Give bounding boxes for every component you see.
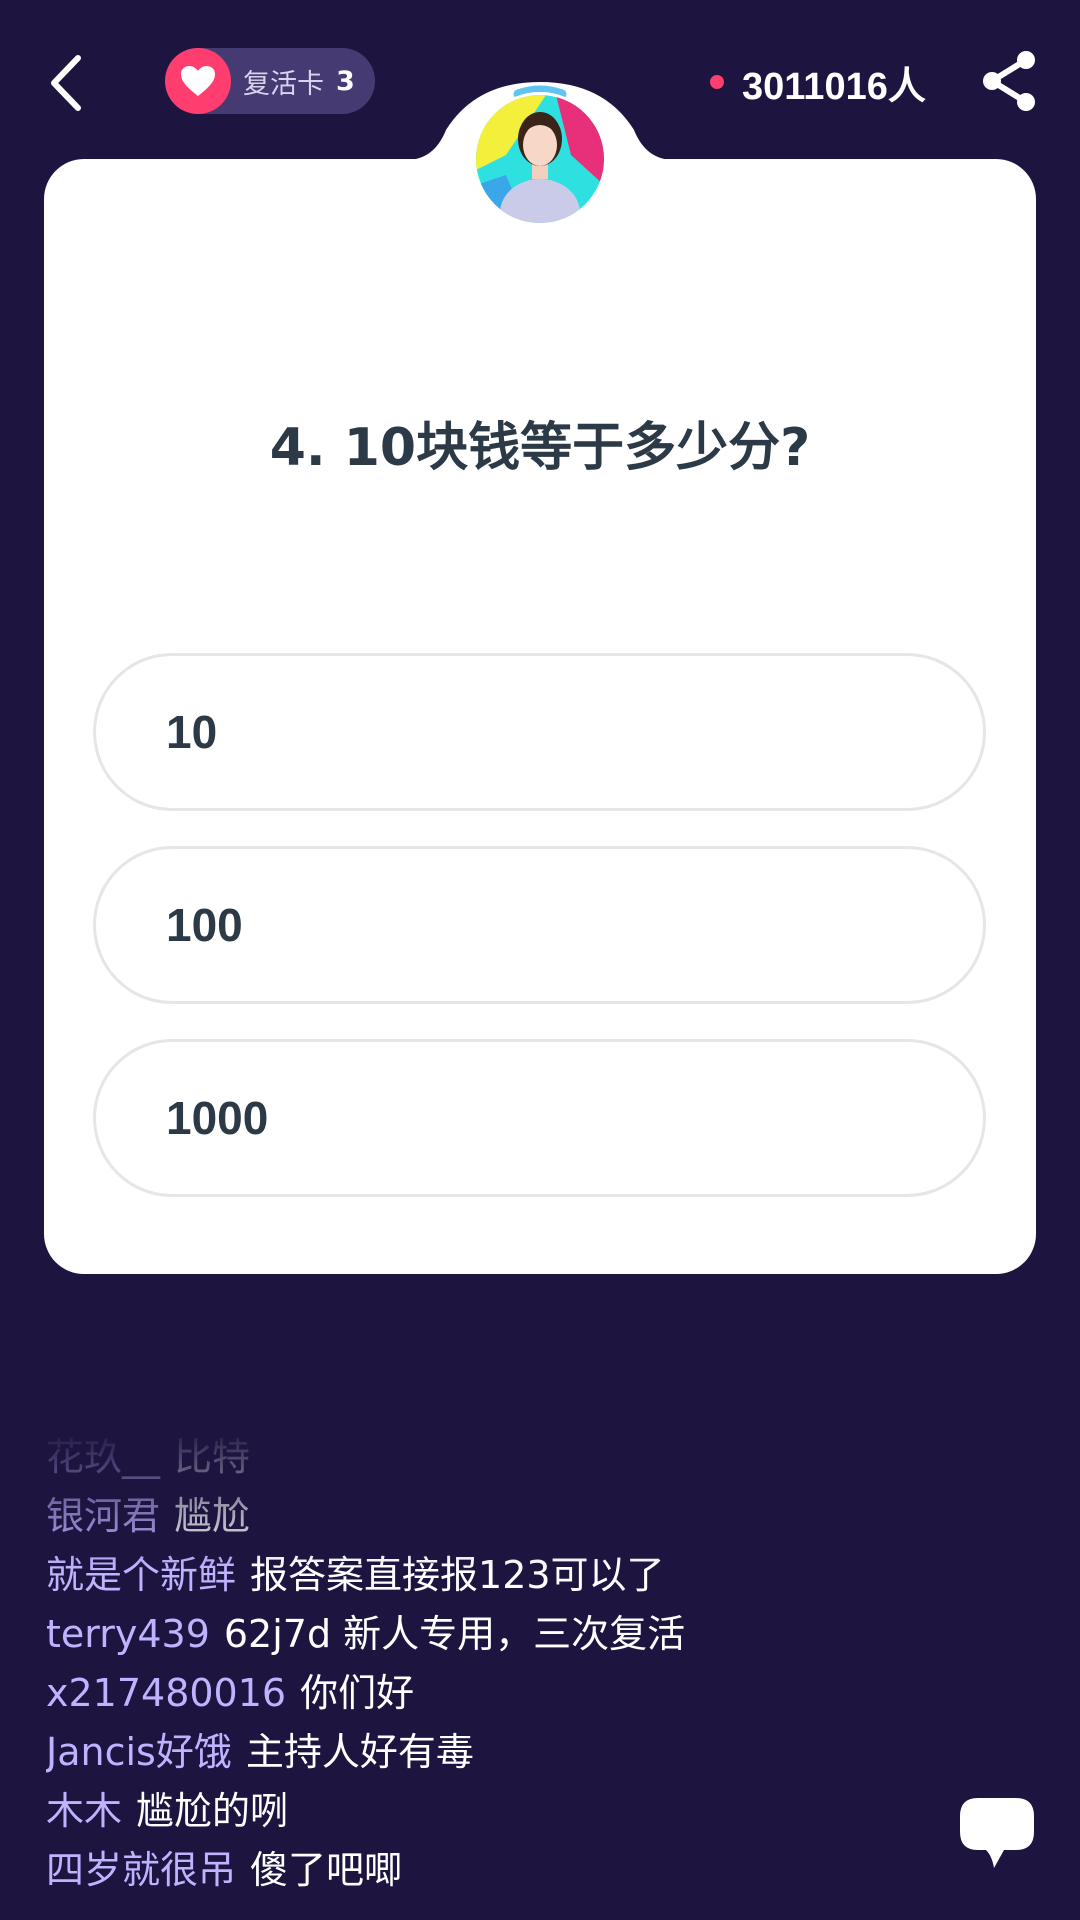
share-button[interactable]: [978, 48, 1040, 114]
chat-username: 四岁就很吊: [46, 1848, 237, 1888]
chat-message: 木木 尴尬的咧: [46, 1782, 926, 1841]
heart-icon: [165, 48, 231, 114]
chat-message: x217480016 你们好: [46, 1664, 926, 1723]
revive-card-count: 3: [336, 65, 355, 97]
chat-text: 尴尬: [174, 1494, 251, 1538]
chat-feed[interactable]: 花玖__ 比特 银河君 尴尬 就是个新鲜 报答案直接报123可以了 terry439 6…: [46, 1428, 926, 1888]
chat-text: 主持人好有毒: [245, 1730, 474, 1774]
chat-text: 尴尬的咧: [136, 1789, 289, 1833]
revive-card-badge[interactable]: 复活卡 3: [165, 48, 375, 114]
revive-card-label: 复活卡: [243, 68, 324, 100]
answer-option-2[interactable]: 100: [93, 846, 986, 1004]
chat-text: 傻了吧唧: [250, 1848, 403, 1888]
host-avatar: [473, 92, 607, 226]
question-text: 4. 10块钱等于多少分?: [269, 418, 811, 478]
chat-username: 木木: [46, 1789, 123, 1833]
chat-text: 62j7d 新人专用，三次复活: [223, 1612, 686, 1656]
chat-button[interactable]: [958, 1796, 1036, 1872]
chat-username: x217480016: [46, 1671, 287, 1715]
chat-username: 就是个新鲜: [46, 1553, 237, 1597]
chat-message: Jancis好饿 主持人好有毒: [46, 1723, 926, 1782]
chat-username: terry439: [46, 1612, 210, 1656]
viewer-count-text: 3011016人: [742, 65, 926, 108]
answer-option-3[interactable]: 1000: [93, 1039, 986, 1197]
live-dot-icon: [710, 75, 724, 89]
back-button[interactable]: [40, 48, 100, 118]
chevron-left-icon: [51, 55, 81, 111]
speech-bubble-icon: [960, 1798, 1034, 1868]
answer-option-1[interactable]: 10: [93, 653, 986, 811]
share-icon: [983, 51, 1035, 111]
chat-text: 报答案直接报123可以了: [250, 1553, 665, 1597]
chat-username: 花玖__: [46, 1435, 161, 1479]
chat-username: Jancis好饿: [46, 1730, 232, 1774]
chat-message: terry439 62j7d 新人专用，三次复活: [46, 1605, 926, 1664]
viewer-count: 3011016人: [710, 54, 926, 110]
chat-message: 四岁就很吊 傻了吧唧: [46, 1841, 926, 1888]
chat-message: 银河君 尴尬: [46, 1487, 926, 1546]
chat-username: 银河君: [46, 1494, 161, 1538]
chat-message: 花玖__ 比特: [46, 1428, 926, 1487]
chat-text: 你们好: [300, 1671, 415, 1715]
chat-message: 就是个新鲜 报答案直接报123可以了: [46, 1546, 926, 1605]
chat-text: 比特: [174, 1435, 251, 1479]
